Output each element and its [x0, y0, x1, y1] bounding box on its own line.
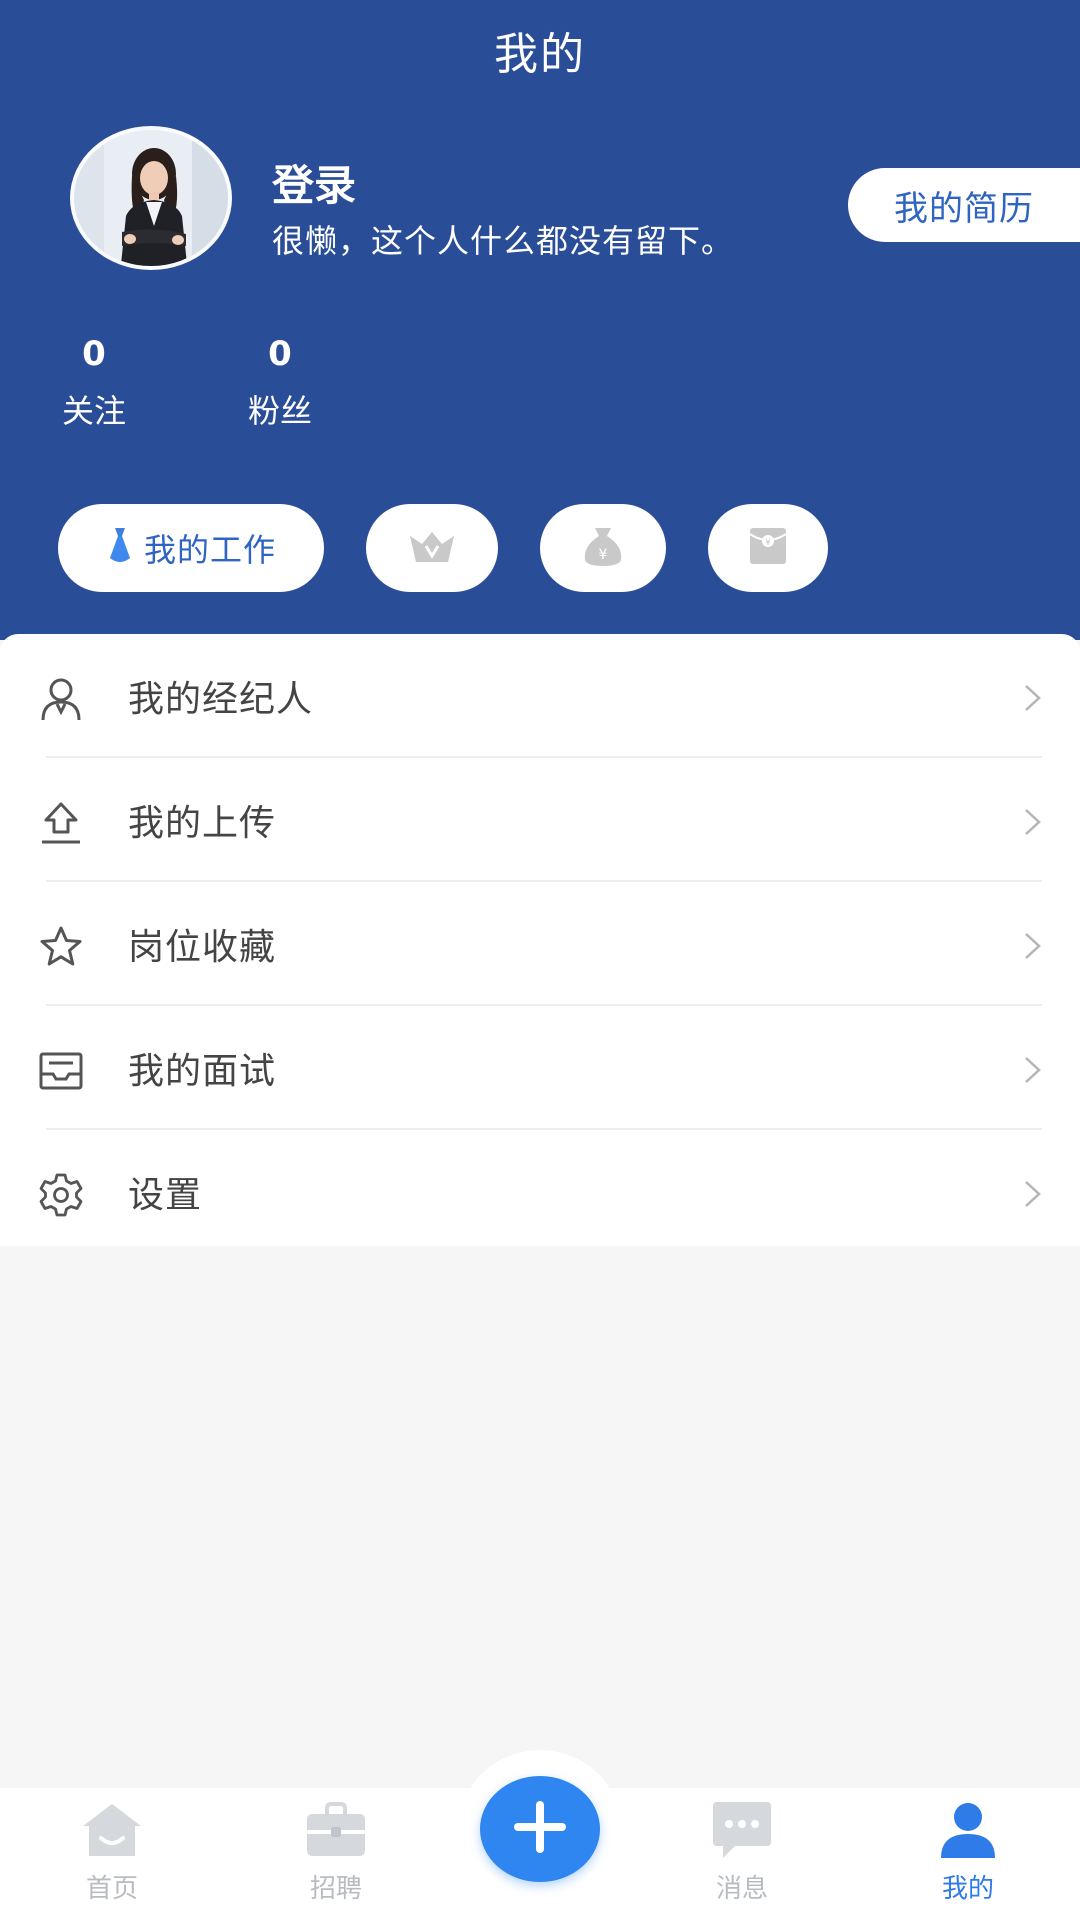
login-link[interactable]: 登录	[272, 152, 356, 213]
star-icon	[38, 924, 84, 970]
tab-home[interactable]: 首页	[42, 1800, 182, 1905]
following-stat[interactable]: 0 关注	[24, 332, 164, 432]
message-icon	[709, 1800, 775, 1860]
plus-icon	[512, 1799, 568, 1859]
tab-mine[interactable]: 我的	[898, 1800, 1038, 1905]
profile-header: 我的 登录 很懒，这个人什么都没有留下。 我的简历 0 关注 0 粉丝 我的工作…	[0, 0, 1080, 640]
money-bag-icon: ¥	[581, 526, 625, 570]
tab-mine-label: 我的	[941, 1874, 994, 1904]
add-post-button[interactable]	[480, 1776, 600, 1882]
chevron-right-icon	[1022, 930, 1044, 962]
menu-list: 我的经纪人 我的上传 岗位收藏 我的面试 设置	[0, 634, 1080, 1246]
user-icon	[935, 1800, 1001, 1860]
crown-vip-icon	[408, 528, 456, 568]
inbox-icon	[38, 1048, 84, 1094]
followers-label: 粉丝	[247, 392, 312, 430]
tab-messages[interactable]: 消息	[672, 1800, 812, 1905]
upload-icon	[38, 800, 84, 846]
gear-icon	[38, 1172, 84, 1218]
menu-item-settings[interactable]: 设置	[0, 1130, 1080, 1252]
chevron-right-icon	[1022, 1178, 1044, 1210]
menu-label-agent: 我的经纪人	[128, 679, 314, 720]
menu-label-settings: 设置	[128, 1175, 203, 1216]
my-work-label: 我的工作	[143, 531, 276, 569]
followers-stat[interactable]: 0 粉丝	[210, 332, 350, 432]
tab-home-label: 首页	[85, 1874, 138, 1904]
chevron-right-icon	[1022, 682, 1044, 714]
my-resume-button[interactable]: 我的简历	[848, 168, 1080, 242]
home-icon	[79, 1800, 145, 1860]
menu-label-upload: 我的上传	[128, 803, 277, 844]
profile-bio: 很懒，这个人什么都没有留下。	[272, 222, 735, 260]
followers-count: 0	[268, 334, 292, 374]
svg-text:¥: ¥	[765, 538, 771, 548]
avatar[interactable]	[70, 126, 232, 270]
chevron-right-icon	[1022, 806, 1044, 838]
tie-icon	[106, 526, 134, 570]
vip-button[interactable]	[366, 504, 498, 592]
briefcase-icon	[303, 1800, 369, 1860]
following-label: 关注	[61, 392, 126, 430]
menu-item-agent[interactable]: 我的经纪人	[0, 634, 1080, 756]
menu-item-upload[interactable]: 我的上传	[0, 758, 1080, 880]
menu-label-interviews: 我的面试	[128, 1051, 277, 1092]
page-title: 我的	[494, 29, 586, 80]
chevron-right-icon	[1022, 1054, 1044, 1086]
wallet-button[interactable]: ¥	[540, 504, 666, 592]
agent-person-icon	[38, 676, 84, 722]
menu-item-saved-jobs[interactable]: 岗位收藏	[0, 882, 1080, 1004]
red-envelope-icon: ¥	[749, 526, 787, 570]
svg-text:¥: ¥	[599, 547, 608, 563]
my-work-button[interactable]: 我的工作	[58, 504, 324, 592]
tab-messages-label: 消息	[715, 1874, 768, 1904]
menu-label-saved-jobs: 岗位收藏	[128, 927, 277, 968]
tab-jobs-label: 招聘	[309, 1874, 362, 1904]
tab-jobs[interactable]: 招聘	[266, 1800, 406, 1905]
following-count: 0	[82, 334, 106, 374]
menu-item-interviews[interactable]: 我的面试	[0, 1006, 1080, 1128]
red-packet-button[interactable]: ¥	[708, 504, 828, 592]
